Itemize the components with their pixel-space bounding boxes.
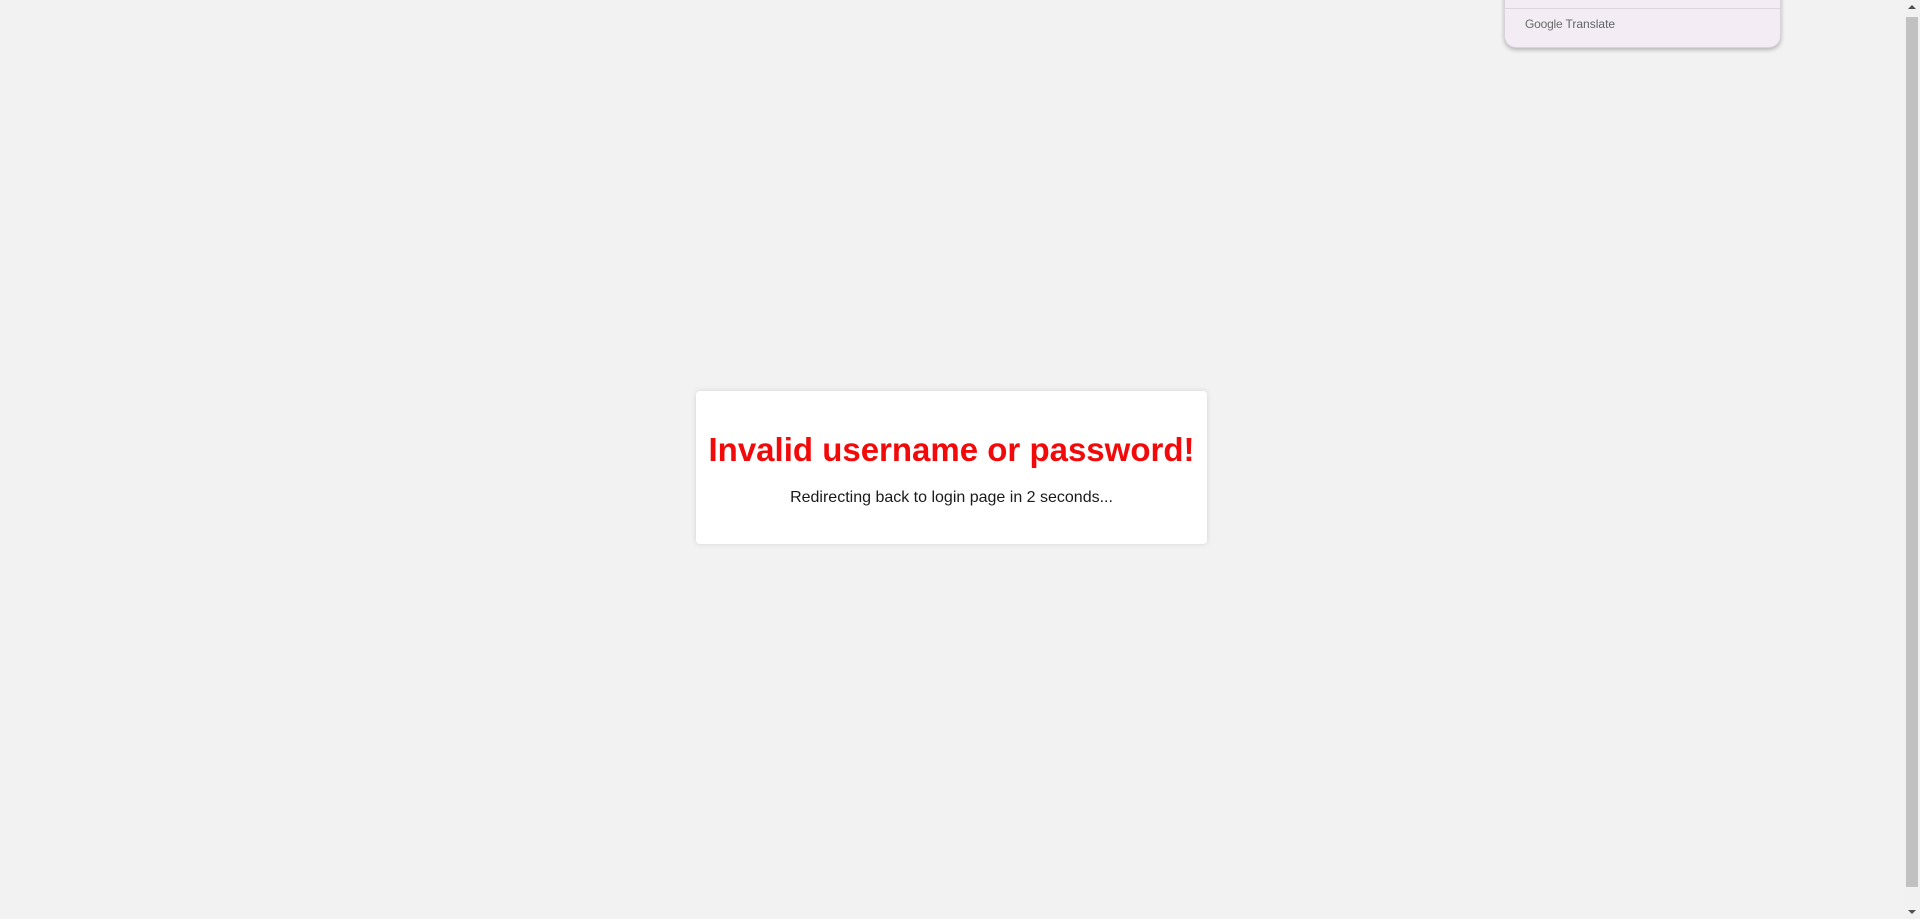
redirect-message: Redirecting back to login page in 2 seco… <box>790 489 1113 506</box>
error-message-card: Invalid username or password! Redirectin… <box>696 391 1207 544</box>
page: Google Translate Invalid username or pass… <box>0 0 1920 919</box>
error-title: Invalid username or password! <box>708 431 1195 468</box>
vertical-scrollbar[interactable] <box>1904 0 1920 919</box>
translate-label: Translate <box>1565 17 1616 31</box>
google-logo-text: Google <box>1525 17 1563 31</box>
scrollbar-thumb[interactable] <box>1906 17 1918 887</box>
google-translate-popup: Google Translate <box>1504 0 1781 48</box>
scroll-down-arrow-icon[interactable] <box>1908 910 1916 914</box>
scroll-up-arrow-icon[interactable] <box>1908 5 1916 9</box>
translate-popup-divider <box>1505 8 1780 9</box>
google-translate-branding[interactable]: Google Translate <box>1525 17 1615 31</box>
